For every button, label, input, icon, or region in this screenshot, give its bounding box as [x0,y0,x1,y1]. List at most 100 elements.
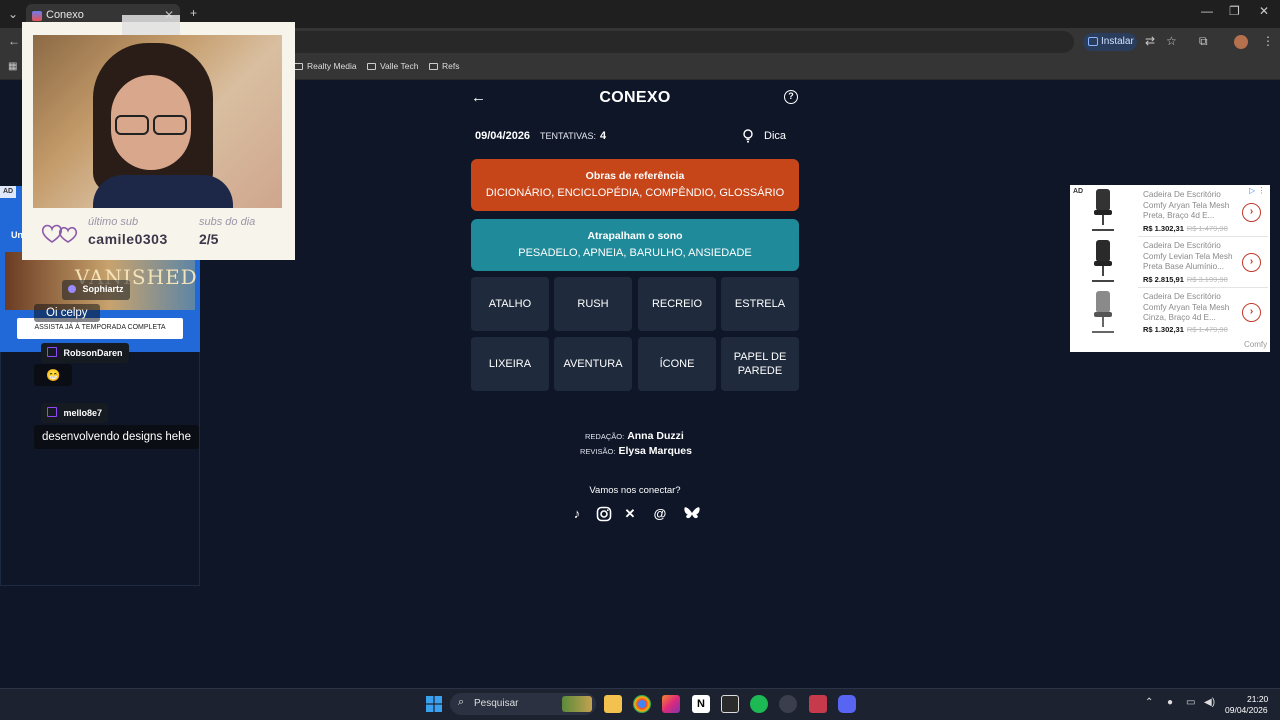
instagram-app-icon[interactable] [662,695,680,713]
new-tab-icon[interactable]: + [190,6,197,20]
windows-start-icon[interactable] [426,696,442,712]
search-highlight-image [562,696,592,712]
discord-icon[interactable] [838,695,856,713]
chat-username: Sophiartz [62,280,130,300]
microphone-icon[interactable]: ● [1167,697,1173,708]
network-icon[interactable]: ▭ [1186,697,1195,708]
credits-label: REDAÇÃO: [585,432,625,441]
word-tile[interactable]: LIXEIRA [471,337,549,391]
hint-button[interactable]: Dica [764,130,786,142]
tape-decoration [122,15,180,35]
ad-item-title[interactable]: Cadeira De Escritório Comfy Aryan Tela M… [1143,190,1239,222]
word-tile[interactable]: RUSH [554,277,632,331]
word-tile[interactable]: RECREIO [638,277,716,331]
chat-message: desenvolvendo designs hehe [34,425,199,449]
translate-icon[interactable]: ⇄ [1145,34,1155,48]
back-icon[interactable]: ← [8,34,20,48]
connect-label: Vamos nos conectar? [589,485,681,496]
tab-search-chevron-icon[interactable]: ⌄ [8,7,18,21]
word-tile[interactable]: ATALHO [471,277,549,331]
lightbulb-icon[interactable] [743,129,753,143]
ad-item-chevron-icon[interactable]: › [1242,253,1261,272]
ad-item-title[interactable]: Cadeira De Escritório Comfy Levian Tela … [1143,241,1239,273]
bookmark-label: Refs [442,61,460,71]
bookmark-realty-media[interactable]: Realty Media [294,61,357,71]
chair-image [1092,240,1114,282]
chat-user-name: Sophiartz [82,284,124,294]
instagram-icon[interactable] [596,506,612,522]
menu-icon[interactable]: ⋮ [1262,34,1274,48]
credits-revisao: REVISÃO: Elysa Marques [580,445,692,457]
x-icon[interactable]: ✕ [622,506,638,522]
tray-chevron-icon[interactable]: ⌃ [1145,697,1153,708]
subs-day-value: 2/5 [199,231,219,247]
chrome-icon[interactable] [633,695,651,713]
notion-icon[interactable]: N [692,695,710,713]
apps-grid-icon[interactable]: ▦ [8,61,17,72]
app-icon[interactable] [809,695,827,713]
minimize-icon[interactable]: — [1201,4,1213,18]
chat-username: mello8e7 [41,403,109,423]
ad-item-price: R$ 2.815,91 R$ 3.199,90 [1143,275,1228,284]
group-words: PESADELO, APNEIA, BARULHO, ANSIEDADE [518,247,752,259]
word-tile[interactable]: ÍCONE [638,337,716,391]
bookmark-refs[interactable]: Refs [429,61,459,71]
price-current: R$ 1.302,31 [1143,325,1184,334]
search-placeholder: Pesquisar [474,698,519,709]
solved-group: Atrapalham o sono PESADELO, APNEIA, BARU… [471,219,799,271]
ad-item-chevron-icon[interactable]: › [1242,303,1261,322]
profile-avatar[interactable] [1234,35,1248,49]
chat-panel [0,352,200,586]
tab-title: Conexo [46,9,84,21]
puzzle-date: 09/04/2026 [475,130,531,142]
clock-date[interactable]: 09/04/2026 [1225,705,1268,715]
hearts-icon [41,224,78,243]
obs-icon[interactable] [779,695,797,713]
help-icon[interactable]: ? [784,90,798,104]
bookmark-label: Valle Tech [380,61,419,71]
folder-icon [429,63,438,71]
attempts-value: 4 [600,130,607,142]
word-tile[interactable]: PAPEL DE PAREDE [721,337,799,391]
bookmark-star-icon[interactable]: ☆ [1166,34,1177,48]
twitch-icon [47,347,57,357]
chat-message: 😁 [34,364,73,386]
extensions-icon[interactable]: ⧉ [1199,34,1208,49]
solved-group: Obras de referência DICIONÁRIO, ENCICLOP… [471,159,799,211]
close-window-icon[interactable]: ✕ [1259,4,1269,18]
volume-icon[interactable]: ◀) [1204,697,1215,708]
credits-name: Elysa Marques [618,445,692,457]
search-icon: ⌕ [458,696,465,708]
bluesky-icon[interactable] [683,506,701,522]
credits-name: Anna Duzzi [627,430,684,442]
price-current: R$ 1.302,31 [1143,224,1184,233]
word-tile[interactable]: ESTRELA [721,277,799,331]
ad-brand: Comfy [1244,340,1268,349]
last-sub-label: último sub [88,216,139,228]
file-explorer-icon[interactable] [604,695,622,713]
install-button[interactable]: Instalar [1083,33,1137,51]
favicon-icon [32,11,42,21]
tiktok-icon[interactable]: ♪ [569,506,585,522]
adchoices-icon[interactable]: ▷ ⋮ [1249,186,1265,195]
credits-redacao: REDAÇÃO: Anna Duzzi [585,430,684,442]
calendar-icon[interactable] [721,695,739,713]
spotify-icon[interactable] [750,695,768,713]
ad-item-title[interactable]: Cadeira De Escritório Comfy Aryan Tela M… [1143,292,1239,324]
threads-icon[interactable]: @ [652,506,668,522]
price-old: R$ 1.479,90 [1186,325,1228,334]
group-title: Obras de referência [585,170,685,182]
divider [1138,287,1268,288]
clock-time[interactable]: 21:20 [1247,694,1268,704]
word-tile[interactable]: AVENTURA [554,337,632,391]
ad-item-chevron-icon[interactable]: › [1242,203,1261,222]
twitch-icon [47,407,57,417]
bookmark-valle-tech[interactable]: Valle Tech [367,61,418,71]
install-icon [1088,37,1098,46]
subs-day-label: subs do dia [199,216,256,228]
ad-item-price: R$ 1.302,31 R$ 1.479,90 [1143,325,1228,334]
last-sub-value: camile0303 [88,231,168,247]
back-arrow-icon[interactable]: ← [471,89,486,106]
page-title: CONEXO [599,89,671,106]
restore-icon[interactable]: ❐ [1229,4,1240,18]
